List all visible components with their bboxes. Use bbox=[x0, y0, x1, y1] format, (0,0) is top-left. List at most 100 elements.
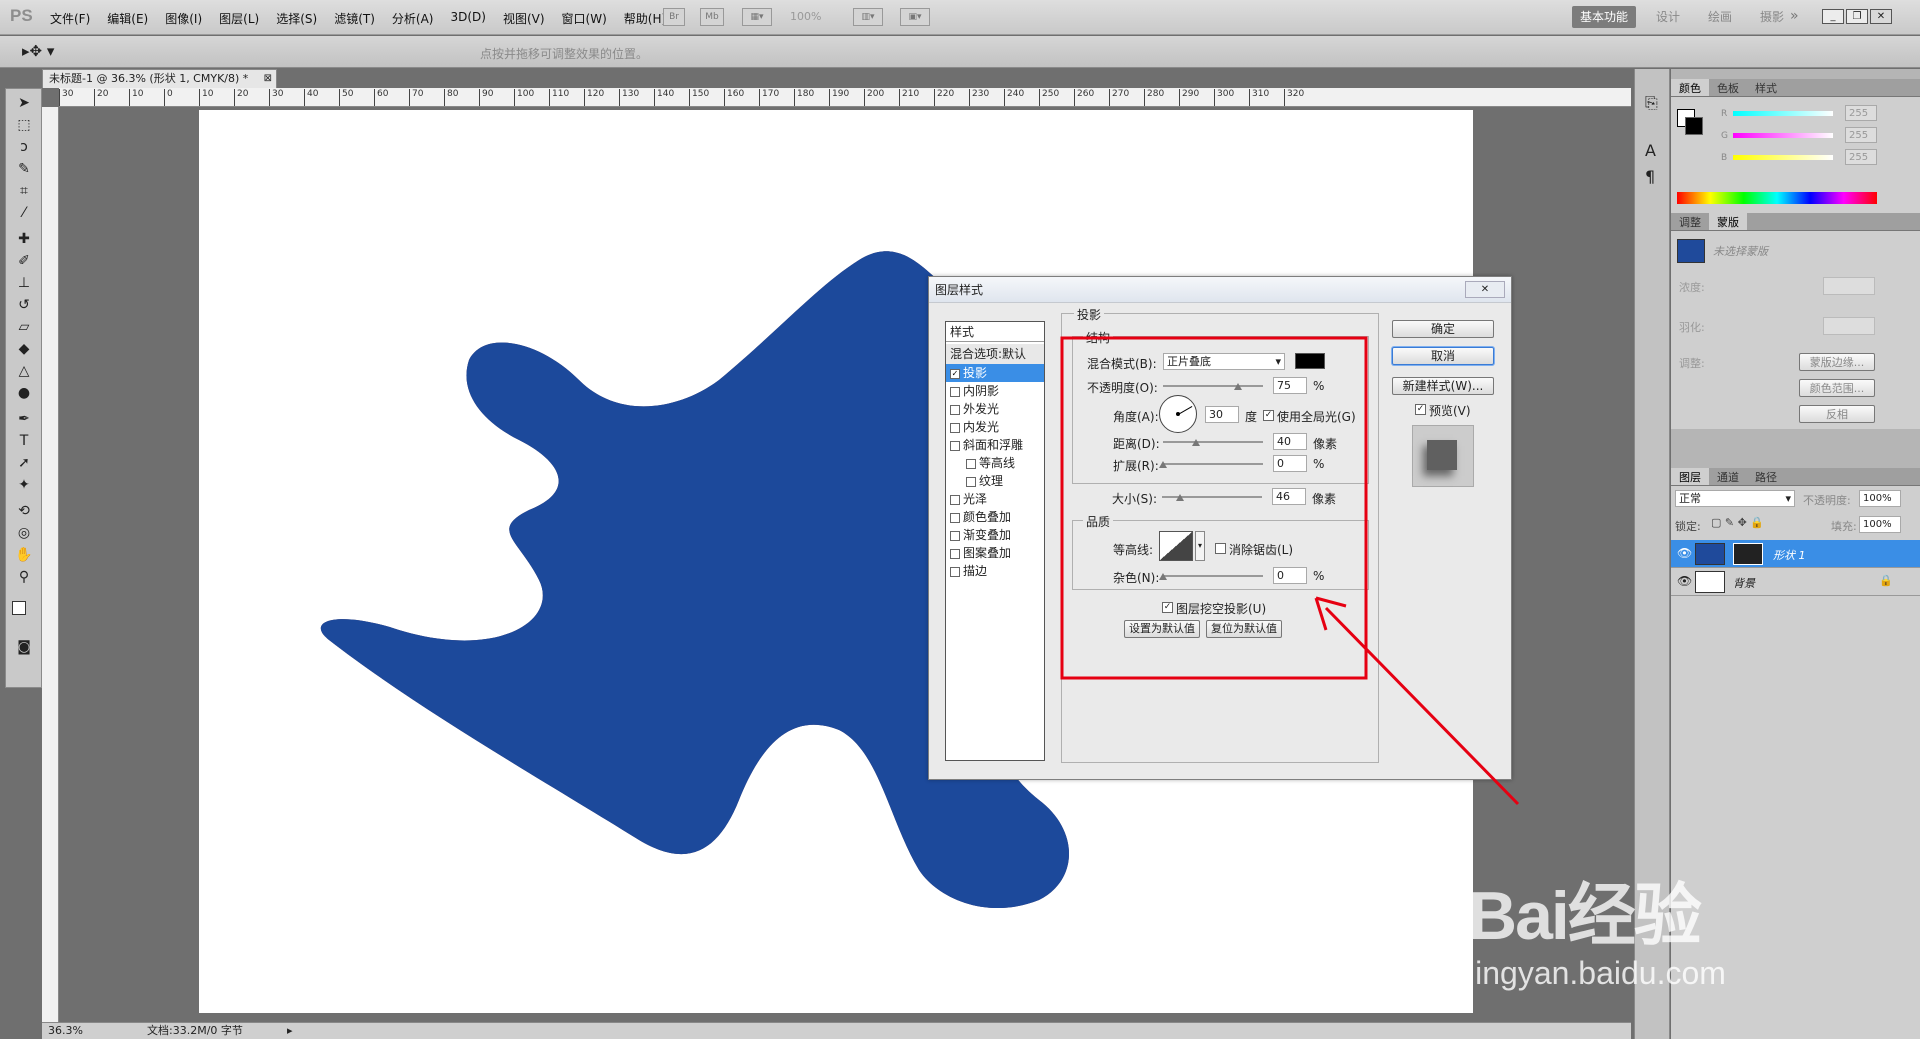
quick-select-tool-icon[interactable]: ✎ bbox=[12, 159, 36, 179]
effect-item[interactable]: 等高线 bbox=[946, 454, 1044, 472]
effect-checkbox[interactable] bbox=[950, 404, 960, 415]
3d-orbit-icon[interactable]: ◎ bbox=[12, 523, 36, 543]
effect-item[interactable]: 渐变叠加 bbox=[946, 526, 1044, 544]
bg-color-swatch[interactable] bbox=[1685, 117, 1703, 135]
lock-icons[interactable]: ▢ ✎ ✥ 🔒 bbox=[1711, 516, 1764, 529]
noise-slider-thumb[interactable] bbox=[1159, 573, 1167, 580]
effect-item[interactable]: 光泽 bbox=[946, 490, 1044, 508]
effect-item[interactable]: 描边 bbox=[946, 562, 1044, 580]
layer-row[interactable]: 👁 背景 🔒 bbox=[1671, 568, 1920, 596]
bridge-icon[interactable]: Br bbox=[663, 8, 685, 26]
channel-value[interactable]: 255 bbox=[1845, 149, 1877, 165]
menu-item[interactable]: 图像(I) bbox=[165, 10, 202, 27]
effect-item[interactable]: 纹理 bbox=[946, 472, 1044, 490]
view-extras-icon[interactable]: ▦▾ bbox=[742, 8, 772, 26]
effect-checkbox[interactable] bbox=[950, 494, 960, 505]
preview-checkbox[interactable]: ✓ bbox=[1415, 404, 1426, 415]
clone-stamp-icon[interactable]: ⊥ bbox=[12, 273, 36, 293]
set-default-button[interactable]: 设置为默认值 bbox=[1124, 620, 1200, 638]
workspace-painting[interactable]: 绘画 bbox=[1700, 6, 1740, 28]
opacity-slider-thumb[interactable] bbox=[1234, 383, 1242, 390]
effect-checkbox[interactable] bbox=[950, 548, 960, 559]
spread-field[interactable]: 0 bbox=[1273, 455, 1307, 472]
density-field[interactable] bbox=[1823, 277, 1875, 295]
color-spectrum-bar[interactable] bbox=[1677, 192, 1877, 204]
shape-tool-icon[interactable]: ✦ bbox=[12, 475, 36, 495]
mask-edge-button[interactable]: 蒙版边缘... bbox=[1799, 353, 1875, 371]
layer-fill-field[interactable]: 100% bbox=[1859, 516, 1901, 533]
path-select-icon[interactable]: ➚ bbox=[12, 453, 36, 473]
menu-item[interactable]: 编辑(E) bbox=[107, 10, 148, 27]
effect-checkbox[interactable] bbox=[950, 566, 960, 577]
minibridge-icon[interactable]: Mb bbox=[700, 8, 724, 26]
screen-mode-icon[interactable]: ▣▾ bbox=[900, 8, 930, 26]
channel-slider[interactable] bbox=[1733, 111, 1833, 116]
effect-item[interactable]: 斜面和浮雕 bbox=[946, 436, 1044, 454]
restore-icon[interactable]: ❐ bbox=[1846, 9, 1868, 24]
knockout-checkbox[interactable]: ✓ bbox=[1162, 602, 1173, 613]
menu-item[interactable]: 窗口(W) bbox=[562, 10, 607, 27]
workspace-essentials[interactable]: 基本功能 bbox=[1572, 6, 1637, 28]
status-zoom[interactable]: 36.3% bbox=[48, 1023, 83, 1038]
blend-mode-select[interactable]: 正片叠底 ▾ bbox=[1163, 353, 1285, 370]
menu-item[interactable]: 选择(S) bbox=[276, 10, 317, 27]
cancel-button[interactable]: 取消 bbox=[1392, 347, 1494, 365]
shadow-color-swatch[interactable] bbox=[1295, 353, 1325, 369]
workspace-design[interactable]: 设计 bbox=[1648, 6, 1688, 28]
dodge-tool-icon[interactable]: ● bbox=[12, 383, 36, 403]
tab-swatches[interactable]: 色板 bbox=[1709, 79, 1747, 96]
workspace-photography[interactable]: 摄影 bbox=[1752, 6, 1792, 28]
menu-item[interactable]: 分析(A) bbox=[392, 10, 434, 27]
effect-checkbox[interactable] bbox=[950, 512, 960, 523]
minimize-icon[interactable]: _ bbox=[1822, 9, 1844, 24]
distance-slider-track[interactable] bbox=[1163, 441, 1263, 443]
zoom-tool-icon[interactable]: ⚲ bbox=[12, 567, 36, 587]
global-light-checkbox[interactable]: ✓ bbox=[1263, 410, 1274, 421]
effect-checkbox[interactable] bbox=[950, 422, 960, 433]
document-tab[interactable]: 未标题-1 @ 36.3% (形状 1, CMYK/8) * ⊠ bbox=[42, 69, 277, 88]
marquee-tool-icon[interactable]: ⬚ bbox=[12, 115, 36, 135]
crop-tool-icon[interactable]: ⌗ bbox=[12, 181, 36, 201]
spread-slider-track[interactable] bbox=[1163, 463, 1263, 465]
distance-field[interactable]: 40 bbox=[1273, 433, 1307, 450]
opacity-field[interactable]: 75 bbox=[1273, 377, 1307, 394]
new-style-button[interactable]: 新建样式(W)... bbox=[1392, 377, 1494, 395]
tab-styles[interactable]: 样式 bbox=[1747, 79, 1785, 96]
channel-slider[interactable] bbox=[1733, 155, 1833, 160]
noise-field[interactable]: 0 bbox=[1273, 567, 1307, 584]
channel-slider[interactable] bbox=[1733, 133, 1833, 138]
eye-icon[interactable]: 👁 bbox=[1677, 574, 1692, 588]
color-range-button[interactable]: 颜色范围... bbox=[1799, 379, 1875, 397]
pen-tool-icon[interactable]: ✒ bbox=[12, 409, 36, 429]
noise-slider-track[interactable] bbox=[1163, 575, 1263, 577]
distance-slider-thumb[interactable] bbox=[1192, 439, 1201, 446]
size-field[interactable]: 46 bbox=[1272, 488, 1306, 505]
tab-layers[interactable]: 图层 bbox=[1671, 468, 1709, 485]
contour-dropdown-icon[interactable]: ▾ bbox=[1195, 531, 1205, 561]
effect-item[interactable]: ✓ 投影 bbox=[946, 364, 1044, 382]
effect-checkbox[interactable]: ✓ bbox=[950, 368, 960, 379]
blending-options-item[interactable]: 混合选项:默认 bbox=[946, 344, 1044, 364]
hand-tool-icon[interactable]: ✋ bbox=[12, 545, 36, 565]
move-tool-preset-icon[interactable]: ▸✥ ▾ bbox=[22, 42, 54, 60]
opacity-slider-track[interactable] bbox=[1163, 385, 1263, 387]
foreground-color-swatch[interactable] bbox=[12, 601, 26, 615]
effect-checkbox[interactable] bbox=[950, 440, 960, 451]
close-tab-icon[interactable]: ⊠ bbox=[264, 70, 272, 87]
spread-slider-thumb[interactable] bbox=[1159, 461, 1167, 468]
paragraph-panel-icon[interactable]: ¶ bbox=[1645, 167, 1655, 186]
menu-item[interactable]: 帮助(H) bbox=[624, 10, 666, 27]
healing-brush-icon[interactable]: ✚ bbox=[12, 229, 36, 249]
tab-paths[interactable]: 路径 bbox=[1747, 468, 1785, 485]
history-brush-icon[interactable]: ↺ bbox=[12, 295, 36, 315]
brush-tool-icon[interactable]: ✐ bbox=[12, 251, 36, 271]
layer-row[interactable]: 👁 形状 1 bbox=[1671, 540, 1920, 568]
invert-button[interactable]: 反相 bbox=[1799, 405, 1875, 423]
menu-item[interactable]: 文件(F) bbox=[50, 10, 90, 27]
type-tool-icon[interactable]: T bbox=[12, 431, 36, 451]
tab-color[interactable]: 颜色 bbox=[1671, 79, 1709, 96]
angle-field[interactable]: 30 bbox=[1205, 406, 1239, 423]
ok-button[interactable]: 确定 bbox=[1392, 320, 1494, 338]
channel-value[interactable]: 255 bbox=[1845, 127, 1877, 143]
effect-item[interactable]: 外发光 bbox=[946, 400, 1044, 418]
